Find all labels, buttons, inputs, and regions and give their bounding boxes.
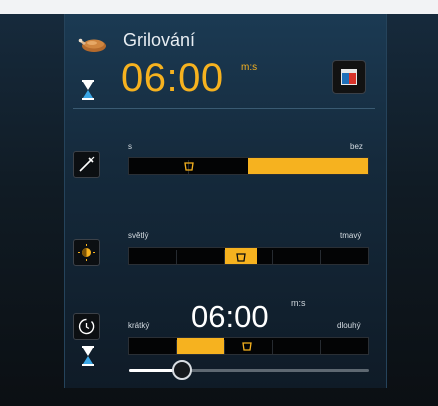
timer-time-unit: m:s <box>291 298 306 308</box>
default-marker-icon <box>242 342 252 351</box>
segment-divider <box>272 340 273 354</box>
segment-divider <box>272 250 273 264</box>
grill-level-slider[interactable] <box>128 157 369 175</box>
oven-screen: Grilování 06:00 m:s s bez světlý tmavý k… <box>0 14 438 406</box>
timer-duration-slider[interactable] <box>128 337 369 355</box>
grill-level-icon <box>79 156 95 172</box>
segment-divider <box>224 340 225 354</box>
program-title: Grilování <box>123 30 196 50</box>
grill-level-button[interactable] <box>73 151 100 178</box>
grill-level-label-left: s <box>128 142 132 151</box>
default-marker-icon <box>184 162 194 171</box>
timer-label-right: dlouhý <box>337 321 361 330</box>
segment-divider <box>176 250 177 264</box>
grill-chicken-icon <box>78 34 108 54</box>
hourglass-icon <box>82 80 94 100</box>
program-duration[interactable]: 06:00 <box>121 56 224 101</box>
hourglass-icon <box>82 346 94 366</box>
browning-icon <box>78 244 95 261</box>
header-divider <box>73 108 375 109</box>
browning-label-left: světlý <box>128 231 149 240</box>
timer-label-left: krátký <box>128 321 150 330</box>
program-duration-unit: m:s <box>241 62 258 73</box>
timer-fine-slider-thumb[interactable] <box>171 360 192 380</box>
program-panel: Grilování 06:00 m:s s bez světlý tmavý k… <box>64 14 387 388</box>
timer-button[interactable] <box>73 313 100 340</box>
timer-icon <box>78 318 95 335</box>
default-marker-icon <box>236 253 246 262</box>
menu-button[interactable] <box>332 60 366 94</box>
segment-divider <box>320 250 321 264</box>
browning-label-right: tmavý <box>340 231 362 240</box>
browning-slider[interactable] <box>128 247 369 265</box>
grill-level-fill <box>248 158 368 174</box>
menu-icon <box>341 69 357 85</box>
timer-time[interactable]: 06:00 <box>191 299 269 335</box>
grill-level-label-right: bez <box>350 142 363 151</box>
browning-button[interactable] <box>73 239 100 266</box>
segment-divider <box>320 340 321 354</box>
timer-duration-fill <box>177 338 224 354</box>
